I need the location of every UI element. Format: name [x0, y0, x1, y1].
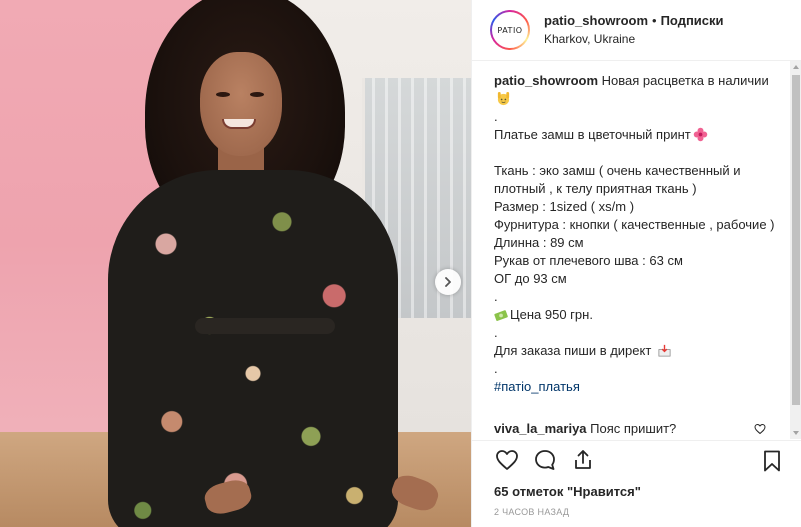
caption-price-row: Цена 950 грн. [494, 306, 784, 324]
caption-dot: . [494, 289, 498, 304]
floral-dress [108, 170, 398, 527]
caption-text-line4: Размер : 1sized ( xs/m ) [494, 199, 635, 214]
comment-like-heart-icon[interactable] [754, 423, 766, 435]
location-link[interactable]: Kharkov, Ukraine [544, 32, 724, 48]
post-caption: patio_showroom Новая расцветка в наличии… [494, 72, 784, 396]
caption-dot: . [494, 361, 498, 376]
caption-order-row: Для заказа пиши в директ [494, 342, 784, 360]
bookmark-icon[interactable] [760, 448, 784, 474]
model-eye-right [250, 92, 264, 97]
model-face [200, 52, 282, 156]
caption-dot: . [494, 109, 498, 124]
hibiscus-emoji-icon [693, 127, 707, 142]
action-bar [494, 448, 784, 474]
caption-first-line: patio_showroom Новая расцветка в наличии [494, 72, 784, 108]
caption-text-line5: Фурнитура : кнопки ( качественные , рабо… [494, 217, 775, 232]
comment-username[interactable]: viva_la_mariya [494, 421, 587, 436]
caption-scrollbar[interactable] [790, 61, 801, 439]
avatar-logo: PATIO [497, 25, 523, 35]
caption-blank [494, 144, 784, 162]
header-top-row: patio_showroom • Подписки [544, 13, 724, 30]
scroll-down-arrow-icon[interactable] [792, 429, 800, 437]
comment-text: Пояс пришит? [590, 421, 677, 436]
caption-text-line2: Платье замш в цветочный принт [494, 127, 691, 142]
post-photo[interactable] [0, 0, 471, 527]
caption-hashtag-row: #патіо_платья [494, 378, 784, 396]
header-username[interactable]: patio_showroom [544, 13, 648, 30]
dress-belt [195, 318, 335, 334]
caption-text-line8: ОГ до 93 см [494, 271, 567, 286]
caption-text-line3: Ткань : эко замш ( очень качественный и … [494, 163, 745, 196]
heart-icon[interactable] [494, 448, 520, 472]
header-separator: • [652, 12, 657, 28]
model-eye-left [216, 92, 230, 97]
caption-username[interactable]: patio_showroom [494, 73, 598, 88]
likes-count[interactable]: 65 отметок "Нравится" [494, 484, 641, 499]
scroll-thumb[interactable] [792, 75, 800, 405]
caption-price: Цена 950 грн. [510, 307, 593, 322]
next-image-button[interactable] [435, 269, 461, 295]
model-smile [222, 119, 256, 129]
share-icon[interactable] [570, 448, 596, 472]
hashtag-link[interactable]: #патіо_платья [494, 379, 580, 394]
post-timestamp[interactable]: 2 ЧАСОВ НАЗАД [494, 507, 569, 517]
following-button[interactable]: Подписки [661, 13, 724, 30]
caption-text-line7: Рукав от плечевого шва : 63 см [494, 253, 683, 268]
money-emoji-icon [494, 310, 508, 321]
caption-text-line6: Длинна : 89 см [494, 235, 584, 250]
caption-area[interactable]: patio_showroom Новая расцветка в наличии… [472, 61, 801, 441]
raised-hands-emoji-icon [497, 91, 510, 106]
caption-text-line1: Новая расцветка в наличии [601, 73, 769, 88]
avatar-inner: PATIO [492, 12, 528, 48]
scroll-up-arrow-icon[interactable] [792, 63, 800, 71]
header-text: patio_showroom • Подписки Kharkov, Ukrai… [544, 13, 724, 47]
chevron-right-icon [445, 277, 451, 287]
comment-item: viva_la_mariya Пояс пришит? [494, 421, 676, 436]
inbox-emoji-icon [658, 344, 671, 357]
caption-order: Для заказа пиши в директ [494, 343, 652, 358]
caption-dot: . [494, 325, 498, 340]
comment-icon[interactable] [532, 448, 558, 472]
post-header: PATIO patio_showroom • Подписки Kharkov,… [472, 0, 801, 61]
post-details-panel: PATIO patio_showroom • Подписки Kharkov,… [471, 0, 801, 527]
avatar[interactable]: PATIO [490, 10, 530, 50]
caption-text-line2-row: Платье замш в цветочный принт [494, 126, 784, 144]
actions-divider [472, 440, 801, 441]
